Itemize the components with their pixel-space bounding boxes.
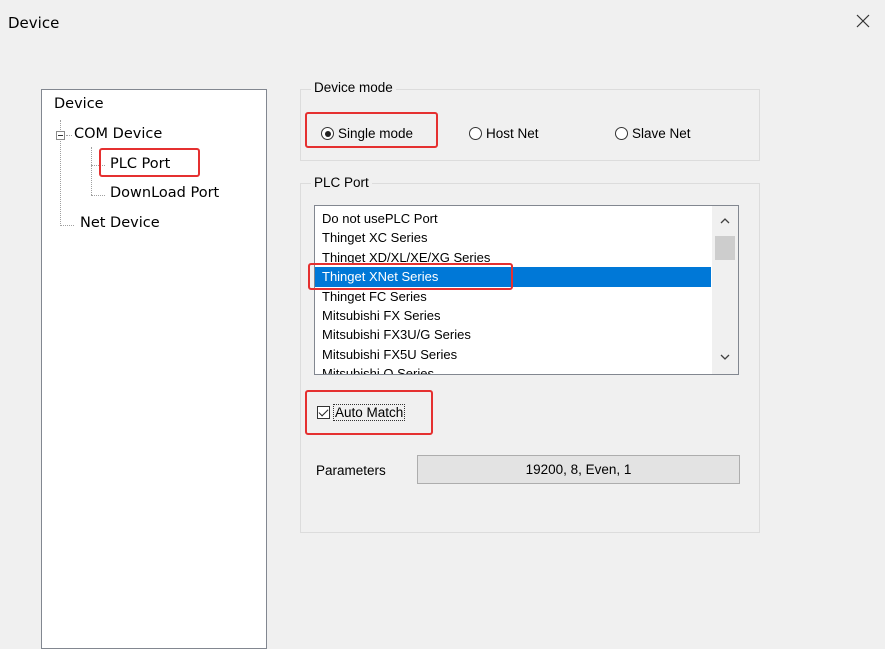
plc-port-listbox[interactable]: Do not usePLC Port Thinget XC Series Thi… (314, 205, 739, 375)
list-item[interactable]: Mitsubishi FX Series (315, 306, 711, 325)
highlight-box (308, 263, 513, 290)
plc-port-items: Do not usePLC Port Thinget XC Series Thi… (315, 209, 711, 374)
parameters-field[interactable]: 19200, 8, Even, 1 (417, 455, 740, 484)
tree-guide-line (66, 135, 72, 136)
scroll-thumb[interactable] (715, 236, 735, 260)
list-item[interactable]: Mitsubishi FX3U/G Series (315, 325, 711, 344)
radio-unchecked-icon (615, 127, 628, 140)
window-title: Device (8, 14, 60, 32)
highlight-box (305, 390, 433, 435)
tree-guide-line (60, 225, 74, 226)
scroll-up-icon[interactable] (712, 212, 738, 230)
radio-unchecked-icon (469, 127, 482, 140)
collapse-icon[interactable] (56, 131, 65, 140)
radio-host-net[interactable]: Host Net (469, 126, 539, 141)
radio-slave-net[interactable]: Slave Net (615, 126, 691, 141)
tree-item-com-device[interactable]: COM Device (74, 126, 162, 142)
radio-host-net-label: Host Net (486, 126, 539, 141)
tree-item-download-port[interactable]: DownLoad Port (110, 185, 219, 201)
radio-slave-net-label: Slave Net (632, 126, 691, 141)
highlight-box (99, 148, 200, 177)
list-item[interactable]: Mitsubishi FX5U Series (315, 345, 711, 364)
list-item[interactable]: Do not usePLC Port (315, 209, 711, 228)
tree-item-device[interactable]: Device (54, 96, 104, 112)
scroll-down-icon[interactable] (712, 348, 738, 366)
listbox-scrollbar[interactable] (712, 206, 738, 374)
parameters-label: Parameters (316, 463, 386, 478)
highlight-box (305, 112, 438, 148)
tree-item-net-device[interactable]: Net Device (80, 215, 160, 231)
tree-guide-line (91, 147, 92, 195)
plc-port-label: PLC Port (311, 175, 372, 190)
device-mode-label: Device mode (311, 80, 396, 95)
list-item[interactable]: Mitsubishi Q Series (315, 364, 711, 374)
list-item[interactable]: Thinget XC Series (315, 228, 711, 247)
close-icon[interactable] (848, 6, 878, 36)
tree-guide-line (91, 195, 105, 196)
